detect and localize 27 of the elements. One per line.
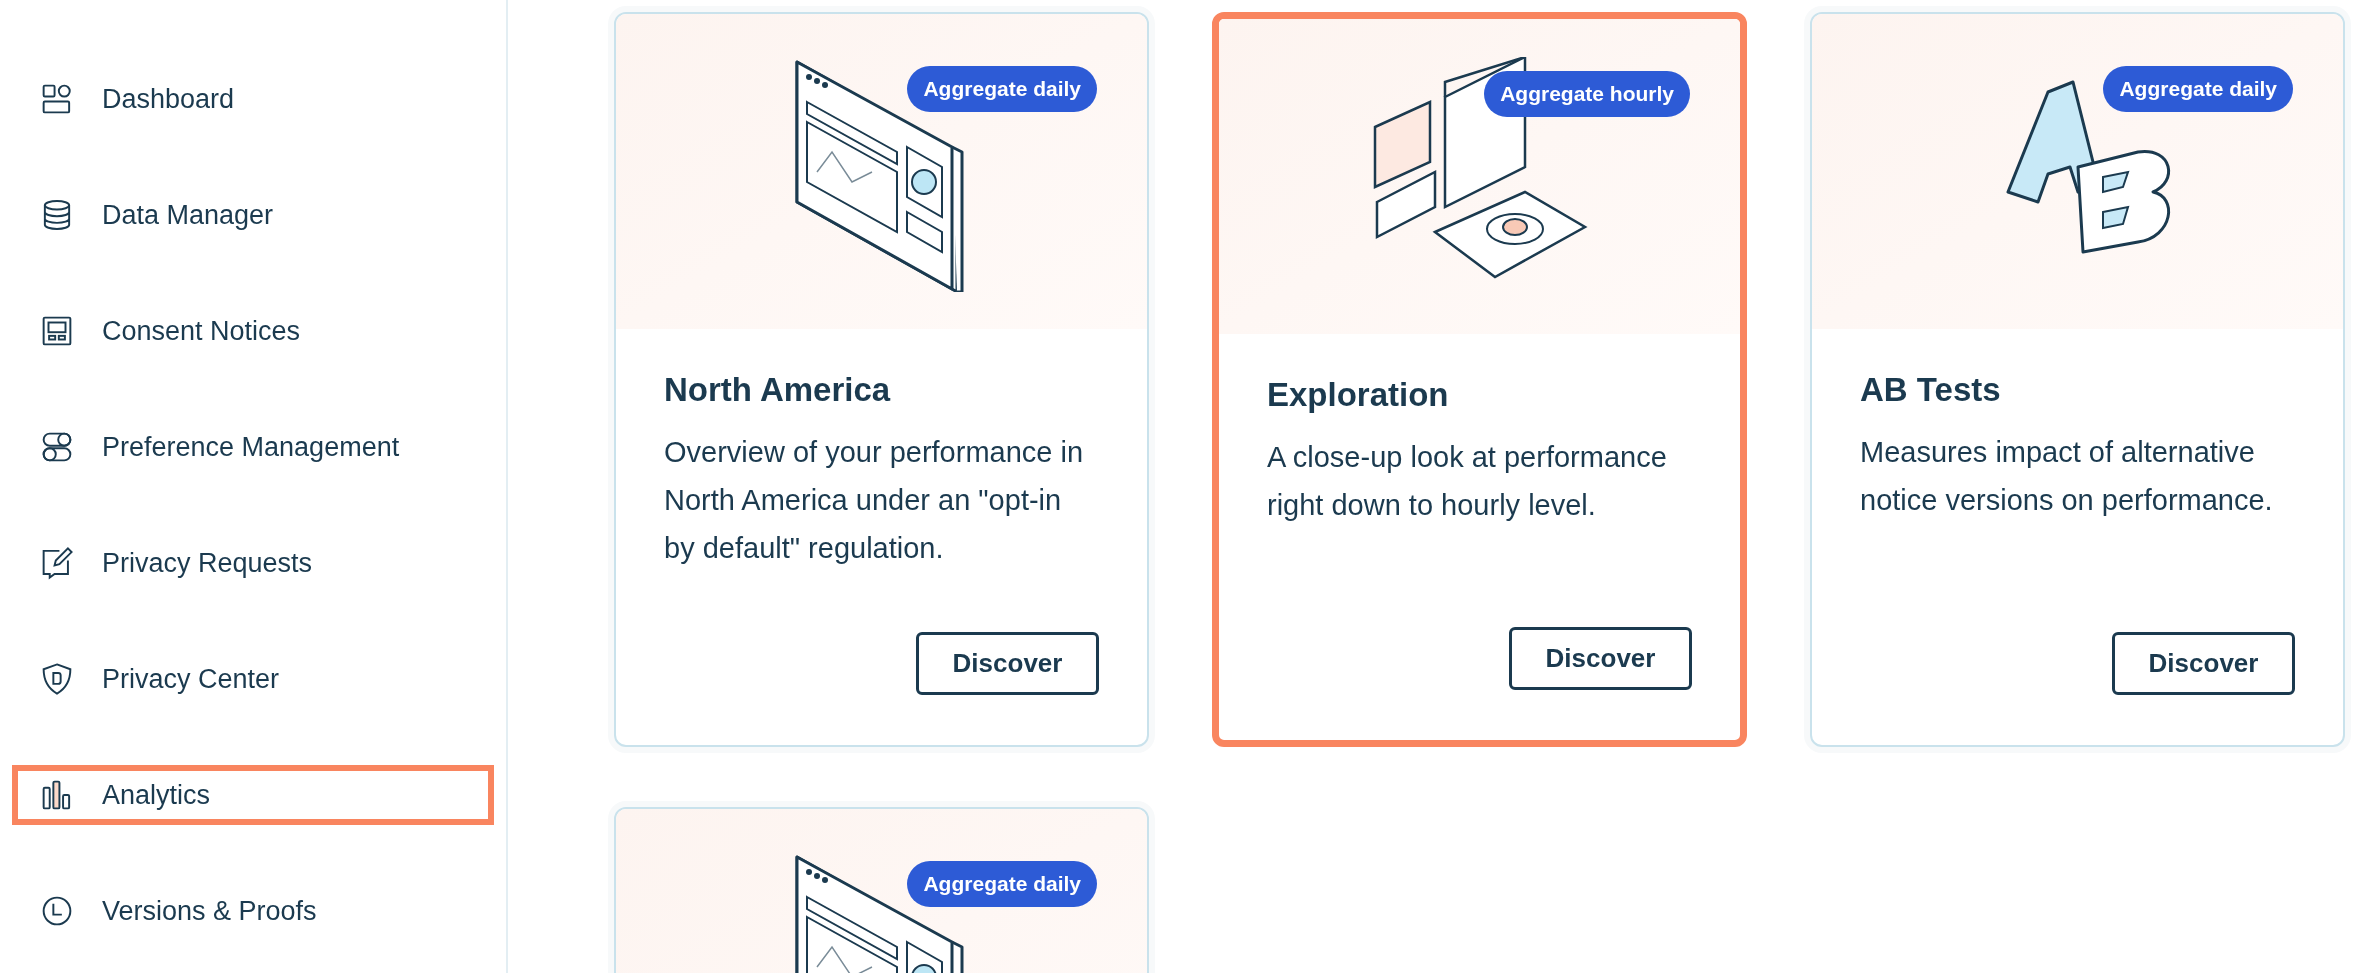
card-description: A close-up look at performance right down to hourly level.	[1267, 440, 1668, 524]
aggregation-badge: Aggregate hourly	[1484, 71, 1690, 117]
clock-icon	[40, 894, 74, 928]
window-icon	[40, 314, 74, 348]
card-title: Exploration	[1267, 375, 1450, 415]
toggle-icon	[40, 430, 74, 464]
card-description: Measures impact of alternative notice versions on performance.	[1860, 435, 2274, 519]
card-title: North America	[664, 370, 892, 410]
discover-button[interactable]: Discover	[916, 632, 1099, 695]
sidebar-item[interactable]: Consent Notices	[12, 301, 494, 361]
shield-icon	[40, 662, 74, 696]
sidebar-item[interactable]: Preference Management	[12, 417, 494, 477]
aggregation-badge: Aggregate daily	[907, 66, 1097, 112]
aggregation-badge: Aggregate daily	[2103, 66, 2293, 112]
card-description: Overview of your performance in North America under an "opt-in by default" regulation.	[664, 435, 1085, 567]
aggregation-badge: Aggregate daily	[907, 861, 1097, 907]
layout-icon	[40, 82, 74, 116]
discover-button[interactable]: Discover	[2112, 632, 2295, 695]
sidebar-item[interactable]: Data Manager	[12, 185, 494, 245]
sidebar-item[interactable]: Dashboard	[12, 69, 494, 129]
card-title: AB Tests	[1860, 370, 2002, 410]
sidebar-item[interactable]: Privacy Requests	[12, 533, 494, 593]
sidebar-item[interactable]: Analytics	[12, 765, 494, 825]
sidebar-item[interactable]: Privacy Center	[12, 649, 494, 709]
sidebar-item[interactable]: Versions & Proofs	[12, 881, 494, 941]
edit-icon	[40, 546, 74, 580]
discover-button[interactable]: Discover	[1509, 627, 1692, 690]
